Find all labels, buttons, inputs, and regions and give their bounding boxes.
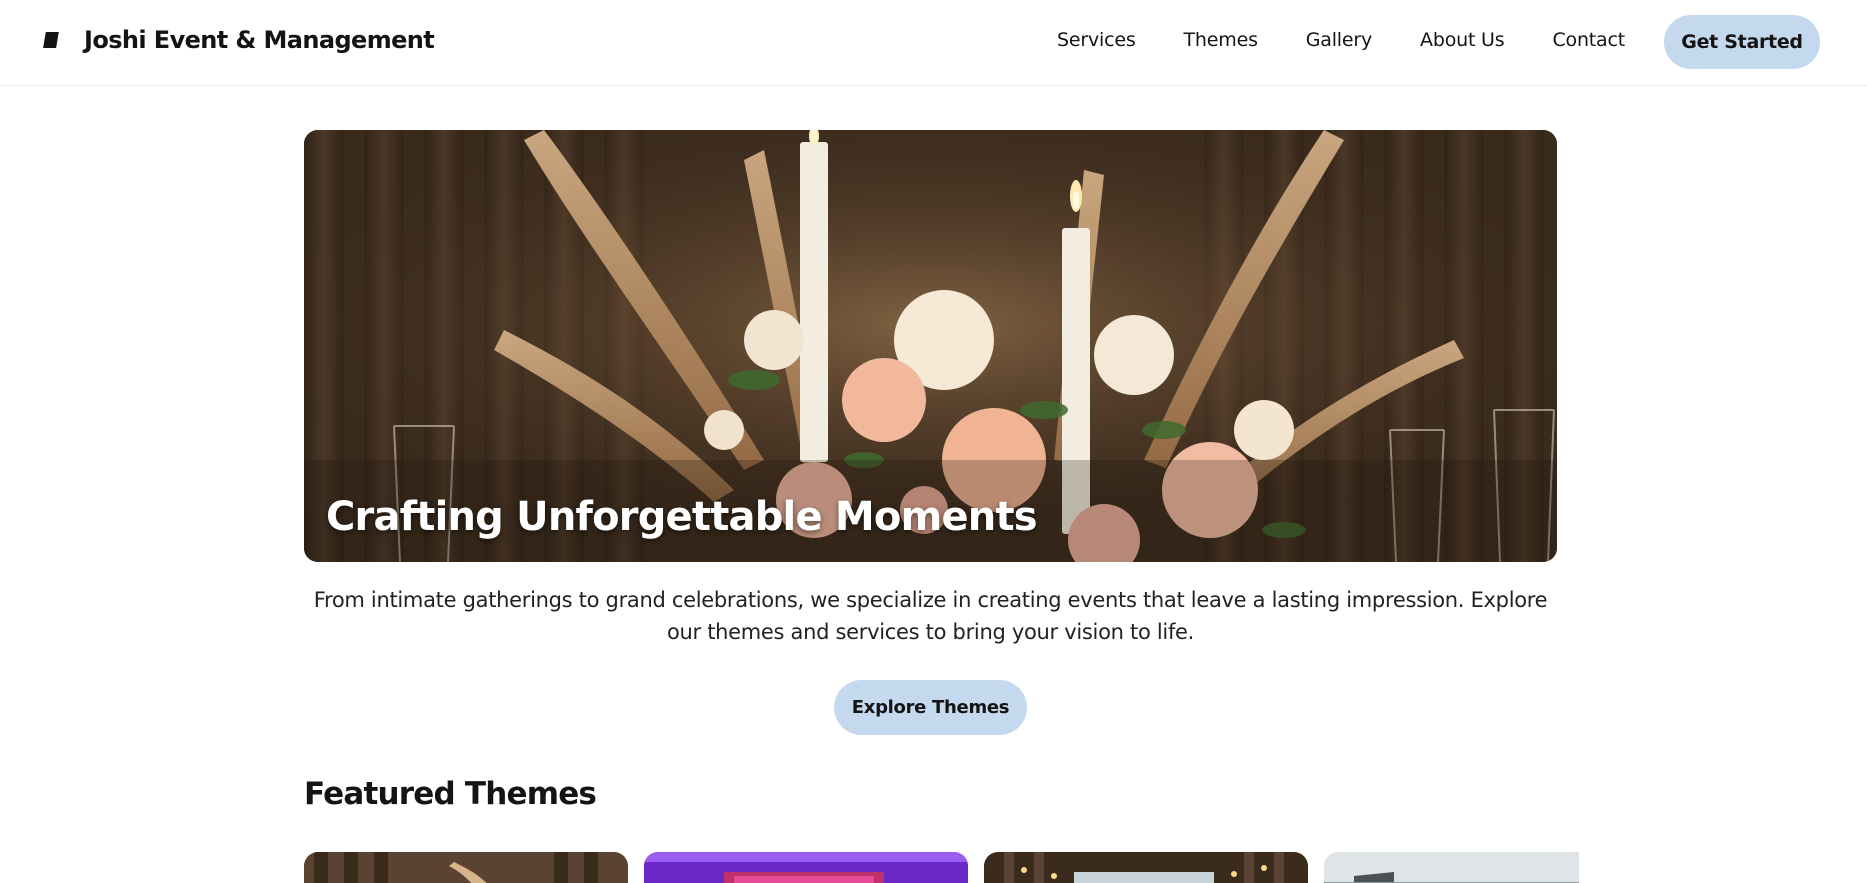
nav-about-us[interactable]: About Us <box>1420 29 1505 51</box>
hero-title: Crafting Unforgettable Moments <box>326 494 1038 540</box>
featured-themes-list <box>304 852 1579 883</box>
theme-card-image <box>304 852 628 883</box>
theme-card-lights[interactable] <box>984 852 1308 883</box>
theme-card-rustic[interactable] <box>304 852 628 883</box>
nav-services[interactable]: Services <box>1057 29 1136 51</box>
theme-card-image <box>984 852 1308 883</box>
logo-mark-icon <box>42 30 62 50</box>
brand[interactable]: Joshi Event & Management <box>42 26 435 54</box>
hero-banner: Crafting Unforgettable Moments <box>304 130 1557 562</box>
theme-card-image <box>1324 852 1579 883</box>
nav-gallery[interactable]: Gallery <box>1306 29 1372 51</box>
get-started-button[interactable]: Get Started <box>1664 15 1820 69</box>
nav-themes[interactable]: Themes <box>1184 29 1258 51</box>
nav-contact[interactable]: Contact <box>1552 29 1625 51</box>
brand-name: Joshi Event & Management <box>84 26 435 54</box>
hero-tagline: From intimate gatherings to grand celebr… <box>313 588 1548 644</box>
top-nav-bar: Joshi Event & Management Services Themes… <box>0 0 1867 86</box>
theme-card-purple[interactable] <box>644 852 968 883</box>
main-nav: Services Themes Gallery About Us Contact <box>1057 29 1625 51</box>
explore-themes-button[interactable]: Explore Themes <box>834 680 1027 735</box>
featured-themes-heading: Featured Themes <box>304 776 597 812</box>
theme-card-image <box>644 852 968 883</box>
theme-card-terrace[interactable] <box>1324 852 1579 883</box>
